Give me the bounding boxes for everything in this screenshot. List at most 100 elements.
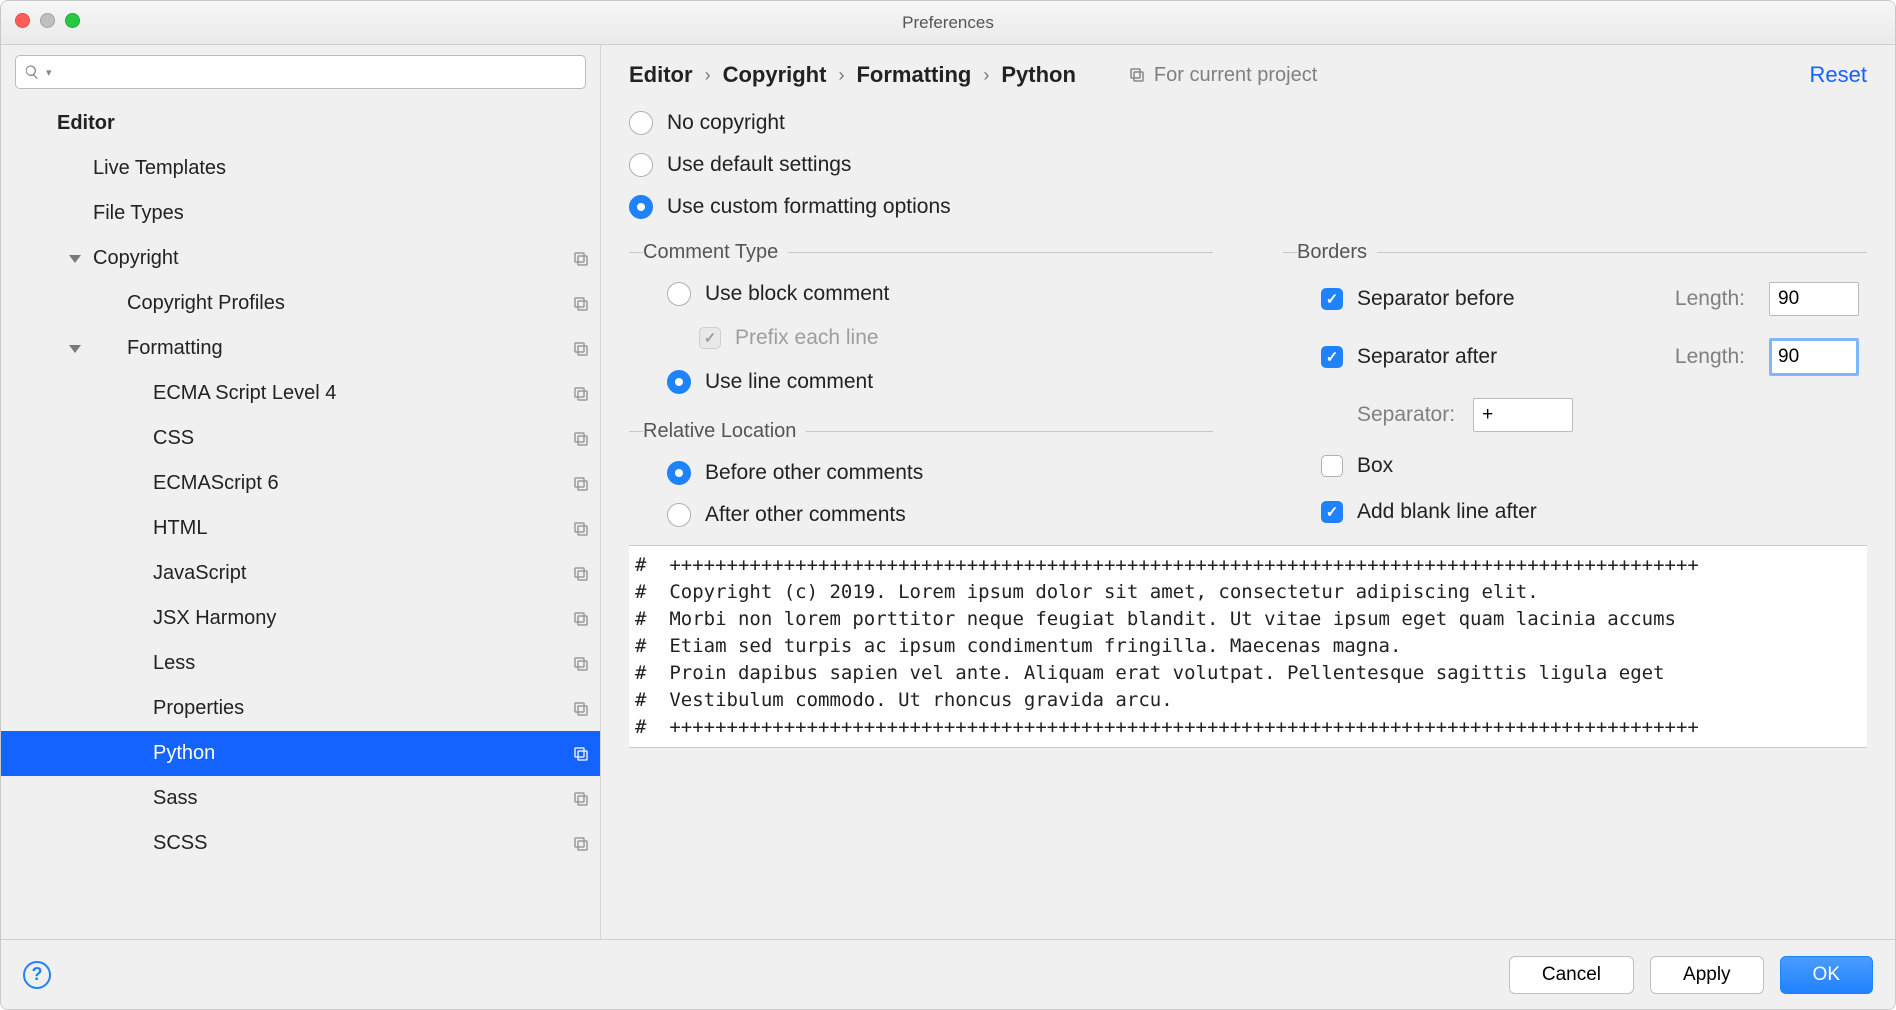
- tree-item-label: Copyright Profiles: [127, 292, 285, 315]
- tree-item-live-templates[interactable]: Live Templates: [1, 146, 600, 191]
- mode-radiogroup: No copyright Use default settings Use cu…: [629, 111, 1867, 219]
- tree-item-scss[interactable]: SCSS: [1, 821, 600, 866]
- tree-item-python[interactable]: Python: [1, 731, 600, 776]
- tree-item-copyright-profiles[interactable]: Copyright Profiles: [1, 281, 600, 326]
- tree-item-less[interactable]: Less: [1, 641, 600, 686]
- crumb-formatting[interactable]: Formatting: [856, 62, 971, 88]
- tree-item-jsx-harmony[interactable]: JSX Harmony: [1, 596, 600, 641]
- tree-item-label: HTML: [153, 517, 207, 540]
- tree-item-javascript[interactable]: JavaScript: [1, 551, 600, 596]
- checkbox-prefix-each-line: Prefix each line: [667, 326, 1213, 350]
- radio-after-comments[interactable]: After other comments: [667, 503, 1213, 527]
- tree-item-label: Copyright: [93, 247, 179, 270]
- crumb-editor[interactable]: Editor: [629, 62, 693, 88]
- body: ▾ Editor Live Templates File Types Copyrigh…: [1, 45, 1895, 939]
- tree-item-label: ECMAScript 6: [153, 472, 279, 495]
- copy-icon: [572, 700, 590, 718]
- length-after-input[interactable]: [1769, 338, 1859, 376]
- copy-icon: [1128, 66, 1146, 84]
- crumb-copyright[interactable]: Copyright: [723, 62, 827, 88]
- tree-item-label: Properties: [153, 697, 244, 720]
- tree-item-label: CSS: [153, 427, 194, 450]
- tree-item-label: Sass: [153, 787, 197, 810]
- separator-char-input[interactable]: [1473, 398, 1573, 432]
- relative-location-legend: Relative Location: [643, 420, 806, 443]
- chevron-right-icon: ›: [705, 65, 711, 86]
- search-field[interactable]: [58, 62, 577, 82]
- radio-line-comment[interactable]: Use line comment: [667, 370, 1213, 394]
- comment-type-legend: Comment Type: [643, 241, 788, 264]
- chevron-down-icon: [69, 345, 81, 353]
- tree-item-label: SCSS: [153, 832, 207, 855]
- tree-item-label: Live Templates: [93, 157, 226, 180]
- length-before-input[interactable]: [1769, 282, 1859, 316]
- settings-content: No copyright Use default settings Use cu…: [601, 105, 1895, 939]
- zoom-icon[interactable]: [65, 13, 80, 28]
- length-after-label: Length:: [1675, 345, 1745, 369]
- copy-icon: [572, 565, 590, 583]
- tree-item-label: JavaScript: [153, 562, 246, 585]
- tree-item-properties[interactable]: Properties: [1, 686, 600, 731]
- tree-category-editor[interactable]: Editor: [1, 101, 600, 146]
- checkbox-separator-after[interactable]: Separator after: [1321, 345, 1497, 369]
- tree-item-ecma-script-level-4[interactable]: ECMA Script Level 4: [1, 371, 600, 416]
- copy-icon: [572, 655, 590, 673]
- ok-button[interactable]: OK: [1780, 956, 1873, 994]
- chevron-right-icon: ›: [838, 65, 844, 86]
- checkbox-separator-before[interactable]: Separator before: [1321, 287, 1515, 311]
- cancel-button[interactable]: Cancel: [1509, 956, 1634, 994]
- copyright-preview: # ++++++++++++++++++++++++++++++++++++++…: [629, 545, 1867, 748]
- borders-legend: Borders: [1297, 241, 1377, 264]
- search-icon: [24, 64, 40, 80]
- length-before-label: Length:: [1675, 287, 1745, 311]
- settings-tree: Editor Live Templates File Types Copyright C…: [1, 97, 600, 939]
- help-button[interactable]: ?: [23, 961, 51, 989]
- radio-before-comments[interactable]: Before other comments: [667, 461, 1213, 485]
- dialog-footer: ? Cancel Apply OK: [1, 939, 1895, 1009]
- breadcrumb: Editor› Copyright› Formatting› Python Fo…: [601, 45, 1895, 105]
- crumb-python: Python: [1001, 62, 1076, 88]
- copy-icon: [572, 340, 590, 358]
- radio-block-comment[interactable]: Use block comment: [667, 282, 1213, 306]
- copy-icon: [572, 295, 590, 313]
- tree-item-copyright[interactable]: Copyright: [1, 236, 600, 281]
- copy-icon: [572, 745, 590, 763]
- window-title: Preferences: [1, 13, 1895, 33]
- tree-item-label: ECMA Script Level 4: [153, 382, 336, 405]
- copy-icon: [572, 790, 590, 808]
- tree-item-html[interactable]: HTML: [1, 506, 600, 551]
- copy-icon: [572, 430, 590, 448]
- checkbox-blank-line-after[interactable]: Add blank line after: [1321, 500, 1537, 524]
- reset-button[interactable]: Reset: [1810, 62, 1867, 88]
- copy-icon: [572, 475, 590, 493]
- preferences-window: Preferences ▾ Editor Live Templates File T…: [0, 0, 1896, 1010]
- tree-item-label: Formatting: [127, 337, 223, 360]
- comment-type-group: Comment Type Use block comment Prefix ea…: [629, 241, 1213, 394]
- copy-icon: [572, 385, 590, 403]
- sidebar: ▾ Editor Live Templates File Types Copyrigh…: [1, 45, 601, 939]
- main-panel: Editor› Copyright› Formatting› Python Fo…: [601, 45, 1895, 939]
- minimize-icon[interactable]: [40, 13, 55, 28]
- borders-group: Borders Separator before Length: Separat…: [1283, 241, 1867, 524]
- tree-item-label: Less: [153, 652, 195, 675]
- tree-item-formatting[interactable]: Formatting: [1, 326, 600, 371]
- tree-item-css[interactable]: CSS: [1, 416, 600, 461]
- tree-item-label: JSX Harmony: [153, 607, 276, 630]
- radio-no-copyright[interactable]: No copyright: [629, 111, 1867, 135]
- copy-icon: [572, 520, 590, 538]
- radio-default-settings[interactable]: Use default settings: [629, 153, 1867, 177]
- tree-item-file-types[interactable]: File Types: [1, 191, 600, 236]
- dropdown-caret-icon[interactable]: ▾: [46, 66, 52, 79]
- close-icon[interactable]: [15, 13, 30, 28]
- tree-item-sass[interactable]: Sass: [1, 776, 600, 821]
- chevron-right-icon: ›: [983, 65, 989, 86]
- checkbox-box[interactable]: Box: [1321, 454, 1393, 478]
- search-input[interactable]: ▾: [15, 55, 586, 89]
- radio-custom-formatting[interactable]: Use custom formatting options: [629, 195, 1867, 219]
- titlebar: Preferences: [1, 1, 1895, 45]
- chevron-down-icon: [69, 255, 81, 263]
- copy-icon: [572, 835, 590, 853]
- tree-item-ecmascript-6[interactable]: ECMAScript 6: [1, 461, 600, 506]
- tree-item-label: Python: [153, 742, 215, 765]
- apply-button[interactable]: Apply: [1650, 956, 1764, 994]
